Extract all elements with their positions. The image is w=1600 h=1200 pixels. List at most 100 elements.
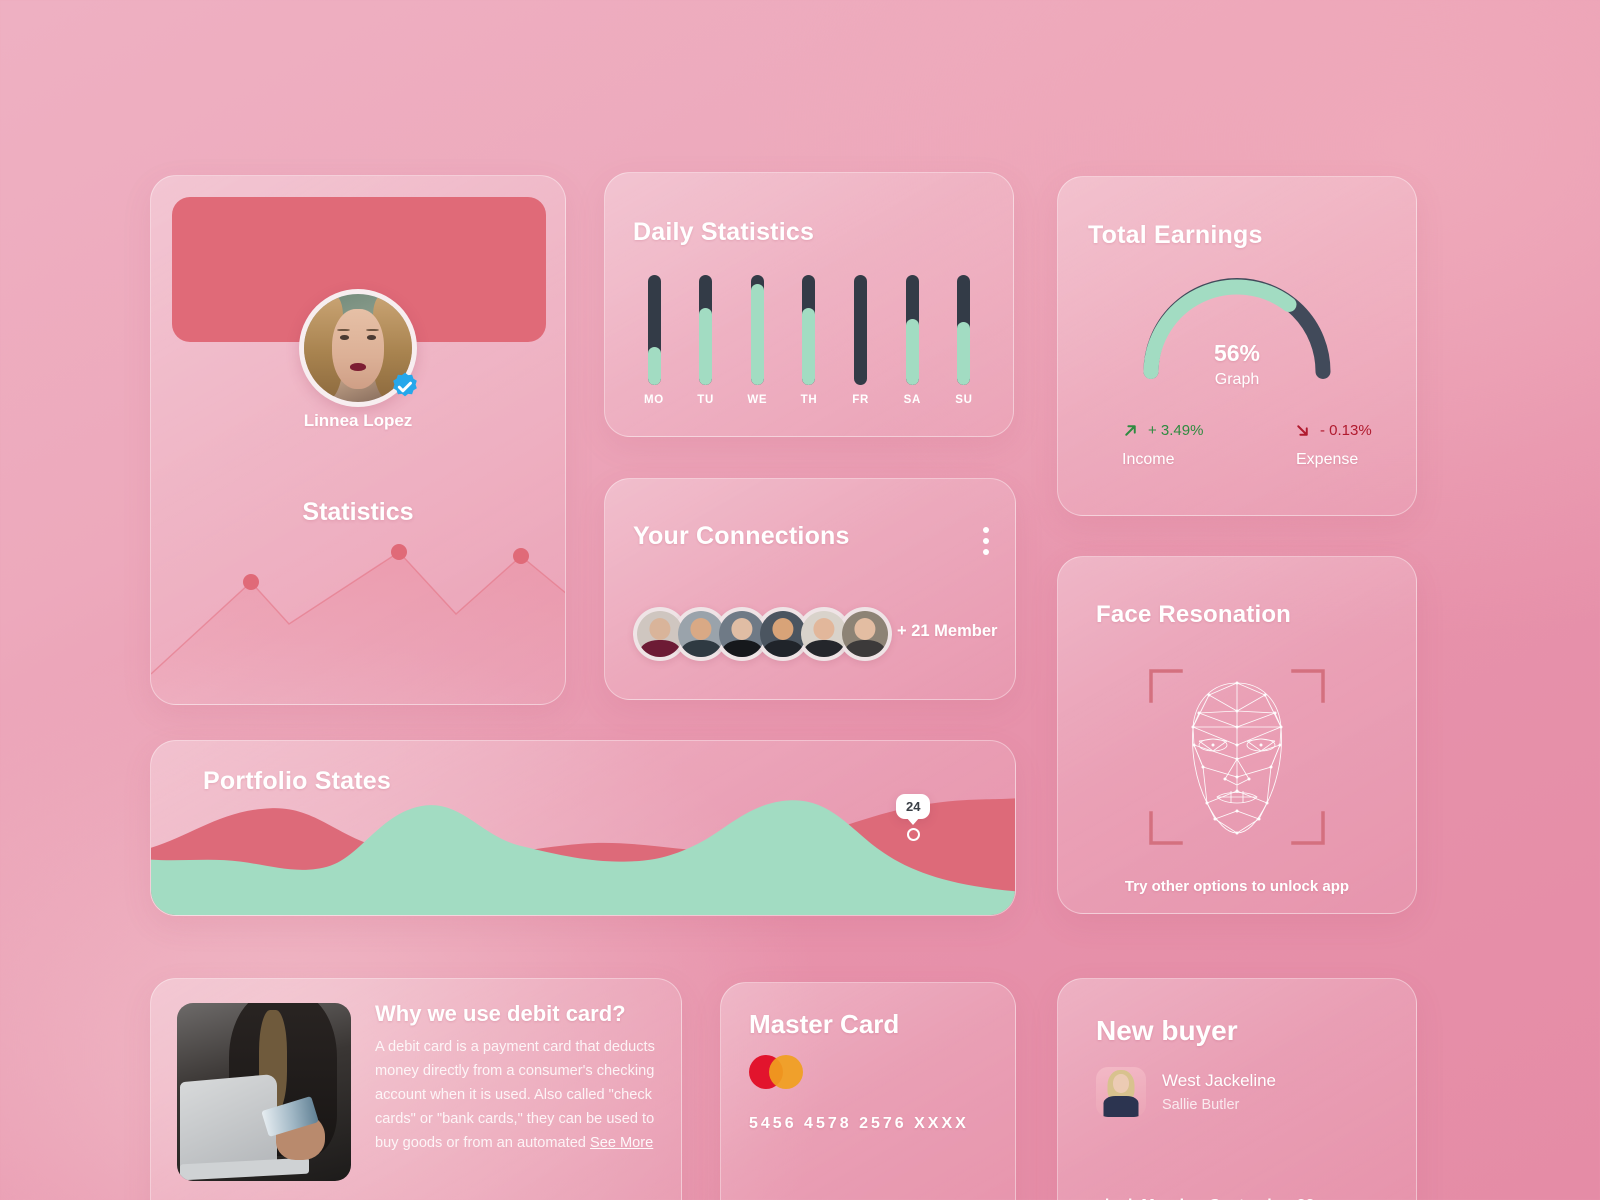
bar-label: FR — [852, 394, 869, 406]
avatar-brow-right — [365, 328, 379, 332]
face-resonation-card: Face Resonation Try other options to unl… — [1057, 556, 1417, 914]
bar-label: WE — [747, 394, 768, 406]
bar-track — [802, 275, 816, 385]
avatar-eye-right — [366, 335, 377, 340]
bar-fill — [647, 346, 661, 385]
avatar-body — [722, 639, 762, 657]
master-card-number: 5456 4578 2576 XXXX — [749, 1115, 969, 1132]
portfolio-tooltip-value: 24 — [896, 794, 931, 819]
profile-card: Linnea Lopez Statistics — [150, 175, 566, 705]
buyer-avatar-face — [1113, 1074, 1129, 1093]
avatar-lips — [350, 363, 366, 371]
see-more-link[interactable]: See More — [590, 1135, 653, 1151]
master-card-card: Master Card 5456 4578 2576 XXXX — [720, 982, 1016, 1200]
bar-fill — [750, 283, 764, 385]
avatar-face — [332, 309, 384, 390]
income-label: Income — [1122, 451, 1175, 468]
connections-avatar-row — [633, 607, 892, 661]
connections-title: Your Connections — [633, 522, 850, 550]
daily-statistics-title: Daily Statistics — [633, 218, 815, 246]
buyer-name: West Jackeline — [1162, 1071, 1277, 1090]
verified-check-icon — [389, 371, 421, 403]
daily-bars: MO TU WE TH FR SA SU — [635, 275, 983, 420]
portfolio-tooltip-marker — [906, 828, 920, 841]
income-metric: + 3.49% Income — [1122, 422, 1203, 469]
expense-label: Expense — [1296, 451, 1359, 468]
total-earnings-card: Total Earnings 56% Graph + 3.49% Income — [1057, 176, 1417, 516]
bar-fill — [699, 308, 713, 385]
face-mesh-scan-icon[interactable] — [1147, 667, 1327, 847]
avatar-body — [681, 639, 721, 657]
earnings-gauge-value: 56% — [1213, 340, 1261, 366]
bar-label: SA — [903, 394, 921, 406]
mastercard-logo-icon — [749, 1055, 803, 1089]
bar-fill — [905, 319, 919, 385]
bar-column-fr[interactable]: FR — [842, 275, 880, 420]
bar-fill — [957, 322, 971, 385]
total-earnings-title: Total Earnings — [1088, 221, 1263, 249]
daily-statistics-card: Daily Statistics MO TU WE TH FR SA SU — [604, 172, 1014, 437]
bar-column-su[interactable]: SU — [945, 275, 983, 420]
buyer-text-block: West Jackeline Sallie Butler — [1162, 1071, 1276, 1113]
kebab-menu-icon[interactable] — [983, 527, 989, 555]
connections-member-count: + 21 Member — [897, 622, 998, 640]
arrow-down-right-icon — [1297, 425, 1308, 436]
expense-percent: - 0.13% — [1320, 422, 1372, 439]
connections-card: Your Connections + 21 Member — [604, 478, 1016, 700]
avatar-body — [804, 639, 844, 657]
bar-column-sa[interactable]: SA — [893, 275, 931, 420]
bar-track — [957, 275, 971, 385]
bar-column-we[interactable]: WE — [738, 275, 776, 420]
avatar-image — [760, 611, 806, 657]
avatar-body — [845, 639, 885, 657]
new-buyer-card: New buyer West Jackeline Sallie Butler c… — [1057, 978, 1417, 1200]
bar-track — [905, 275, 919, 385]
portfolio-tooltip[interactable]: 24 — [896, 794, 931, 841]
bar-label: TU — [697, 394, 715, 406]
avatar-image — [801, 611, 847, 657]
statistics-line-chart — [151, 524, 565, 704]
earnings-gauge-chart — [1137, 265, 1337, 385]
master-card-title: Master Card — [749, 1009, 900, 1039]
buyer-subname: Sallie Butler — [1162, 1097, 1240, 1113]
person-using-debit-card-photo — [177, 1003, 351, 1181]
dashboard-root: Linnea Lopez Statistics Daily Statistics… — [0, 0, 1600, 1200]
earnings-gauge-caption: Graph — [1214, 371, 1260, 388]
buyer-avatar — [1096, 1067, 1146, 1117]
bar-label: MO — [644, 394, 664, 406]
bar-label: TH — [800, 394, 818, 406]
bar-label: SU — [955, 394, 973, 406]
profile-name: Linnea Lopez — [303, 411, 413, 430]
expense-metric: - 0.13% Expense — [1294, 422, 1372, 469]
profile-avatar[interactable] — [299, 289, 417, 407]
new-buyer-title: New buyer — [1096, 1015, 1238, 1046]
avatar-eye-left — [339, 335, 350, 340]
statistics-heading: Statistics — [302, 498, 414, 526]
avatar-image — [842, 611, 888, 657]
avatar-image — [719, 611, 765, 657]
portfolio-states-title: Portfolio States — [203, 767, 391, 795]
bar-column-tu[interactable]: TU — [687, 275, 725, 420]
mastercard-orange-circle — [769, 1055, 803, 1089]
arrow-up-right-icon — [1125, 425, 1136, 436]
income-percent: + 3.49% — [1148, 422, 1204, 439]
avatar-image — [678, 611, 724, 657]
connection-avatar-6[interactable] — [838, 607, 892, 661]
buyer-avatar-body — [1103, 1096, 1139, 1117]
bar-track — [647, 275, 661, 385]
bar-track — [699, 275, 713, 385]
debit-card-info-card: Why we use debit card? A debit card is a… — [150, 978, 682, 1200]
avatar-image — [637, 611, 683, 657]
portfolio-states-card: Portfolio States 24 — [150, 740, 1016, 916]
debit-card-body: A debit card is a payment card that dedu… — [375, 1035, 665, 1155]
bar-fill — [802, 308, 816, 385]
bar-track — [854, 275, 868, 385]
debit-card-title: Why we use debit card? — [375, 1001, 626, 1026]
face-unlock-hint: Try other options to unlock app — [1124, 878, 1350, 895]
bar-column-th[interactable]: TH — [790, 275, 828, 420]
face-resonation-title: Face Resonation — [1096, 601, 1292, 628]
bar-column-mo[interactable]: MO — [635, 275, 673, 420]
avatar-body — [763, 639, 803, 657]
bar-track — [750, 275, 764, 385]
new-buyer-row[interactable]: West Jackeline Sallie Butler — [1096, 1067, 1276, 1117]
